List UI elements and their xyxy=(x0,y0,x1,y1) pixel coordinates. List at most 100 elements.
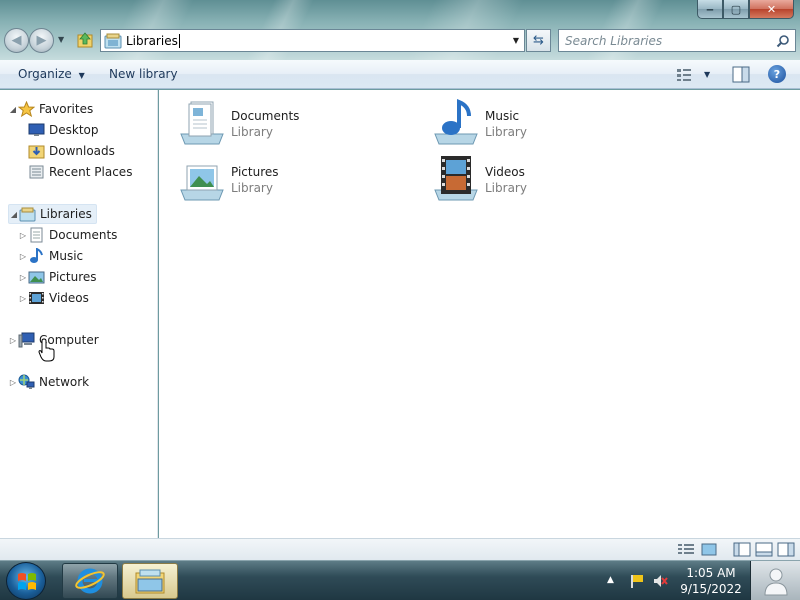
large-icons-view-icon[interactable] xyxy=(700,542,718,557)
tree-label: Libraries xyxy=(40,207,92,221)
recent-pages-dropdown-icon[interactable]: ▼ xyxy=(58,35,64,44)
address-text: Libraries xyxy=(126,33,180,48)
back-arrow-icon: ◀ xyxy=(11,33,22,48)
library-name: Music xyxy=(485,109,520,123)
tree-network[interactable]: ▷ Network xyxy=(8,372,89,392)
expanded-arrow-icon[interactable]: ◢ xyxy=(8,105,18,114)
details-view-icon[interactable] xyxy=(677,542,695,557)
recent-places-icon xyxy=(29,165,44,179)
change-view-button[interactable]: ▼ xyxy=(676,66,714,83)
tree-item-pictures[interactable]: ▷ Pictures xyxy=(18,267,97,287)
refresh-button[interactable]: ⇆ xyxy=(526,29,551,52)
search-input[interactable]: Search Libraries xyxy=(558,29,796,52)
organize-label: Organize xyxy=(18,67,72,81)
tree-item-downloads[interactable]: Downloads xyxy=(28,141,115,161)
documents-library-icon xyxy=(180,101,224,145)
system-clock[interactable]: 1:05 AM 9/15/2022 xyxy=(676,565,746,597)
action-center-flag-icon[interactable] xyxy=(629,573,645,589)
taskbar-windows-explorer-button[interactable] xyxy=(122,563,178,599)
network-icon xyxy=(18,374,35,389)
maximize-button[interactable]: ▢ xyxy=(723,0,749,19)
show-hidden-icons-button[interactable]: ▲ xyxy=(607,575,614,585)
tree-item-desktop[interactable]: Desktop xyxy=(28,120,99,140)
tree-label: Music xyxy=(49,249,84,263)
tree-label: Pictures xyxy=(49,270,97,284)
collapsed-arrow-icon[interactable]: ▷ xyxy=(18,252,28,261)
library-name: Videos xyxy=(485,165,525,179)
pictures-icon xyxy=(28,271,45,284)
search-placeholder: Search Libraries xyxy=(565,33,663,48)
tree-label: Recent Places xyxy=(49,165,133,179)
tree-label: Documents xyxy=(49,228,118,242)
navigation-pane-layout-icon[interactable] xyxy=(733,542,751,557)
address-dropdown-icon[interactable]: ▼ xyxy=(508,30,524,51)
taskbar-internet-explorer-button[interactable] xyxy=(62,563,118,599)
status-bar xyxy=(0,538,800,560)
tree-label: Downloads xyxy=(49,144,115,158)
details-pane-layout-icon[interactable] xyxy=(755,542,773,557)
address-bar[interactable]: Libraries ▼ xyxy=(100,29,525,52)
desktop-icon xyxy=(28,123,45,136)
clock-date: 9/15/2022 xyxy=(680,582,742,596)
videos-library-icon xyxy=(434,156,478,201)
library-tile-pictures[interactable]: Pictures Library xyxy=(177,154,407,204)
preview-pane-icon[interactable] xyxy=(732,66,750,83)
close-button[interactable]: ✕ xyxy=(749,0,794,19)
hand-cursor-icon xyxy=(38,338,55,362)
tree-favorites[interactable]: ◢ Favorites xyxy=(8,99,93,119)
chevron-down-icon: ▼ xyxy=(704,70,711,79)
minimize-button[interactable]: ‒ xyxy=(697,0,723,19)
videos-icon xyxy=(29,292,44,304)
expanded-arrow-icon[interactable]: ◢ xyxy=(9,210,19,219)
documents-icon xyxy=(30,227,43,243)
preview-pane-layout-icon[interactable] xyxy=(777,542,795,557)
windows-logo-icon xyxy=(18,573,36,590)
tree-item-music[interactable]: ▷ Music xyxy=(18,246,83,266)
view-options-icon xyxy=(677,68,691,81)
favorites-star-icon xyxy=(18,101,35,117)
library-tile-videos[interactable]: Videos Library xyxy=(431,154,661,204)
pictures-library-icon xyxy=(180,165,224,201)
organize-button[interactable]: Organize ▼ xyxy=(18,67,85,81)
volume-muted-icon[interactable] xyxy=(652,573,668,589)
clock-time: 1:05 AM xyxy=(686,566,736,580)
forward-button[interactable]: ▶ xyxy=(29,28,54,53)
start-button[interactable] xyxy=(6,562,46,600)
user-account-button[interactable] xyxy=(750,561,800,600)
user-avatar-icon xyxy=(763,568,788,595)
libraries-up-icon[interactable] xyxy=(76,31,94,49)
collapsed-arrow-icon[interactable]: ▷ xyxy=(8,336,18,345)
downloads-folder-icon xyxy=(28,145,45,159)
collapsed-arrow-icon[interactable]: ▷ xyxy=(18,231,28,240)
tree-item-documents[interactable]: ▷ Documents xyxy=(18,225,117,245)
back-button[interactable]: ◀ xyxy=(4,28,29,53)
library-name: Documents xyxy=(231,109,300,123)
tree-label: Favorites xyxy=(39,102,94,116)
windows-explorer-folder-icon xyxy=(135,569,165,594)
library-type: Library xyxy=(231,181,273,195)
music-library-icon xyxy=(434,99,478,145)
collapsed-arrow-icon[interactable]: ▷ xyxy=(8,378,18,387)
music-icon xyxy=(30,248,43,263)
library-tile-documents[interactable]: Documents Library xyxy=(177,98,407,148)
chevron-down-icon: ▼ xyxy=(78,71,85,80)
tree-item-recent-places[interactable]: Recent Places xyxy=(28,162,132,182)
command-bar: Organize ▼ New library ▼ ? xyxy=(0,60,800,89)
tree-item-videos[interactable]: ▷ Videos xyxy=(18,288,89,308)
library-name: Pictures xyxy=(231,165,279,179)
caption-buttons: ‒ ▢ ✕ xyxy=(697,0,794,20)
forward-arrow-icon: ▶ xyxy=(36,33,47,48)
navigation-pane: ◢ Favorites Desktop Downloads Recent Pla… xyxy=(0,90,158,538)
libraries-icon xyxy=(104,33,122,48)
help-icon[interactable]: ? xyxy=(768,65,786,83)
collapsed-arrow-icon[interactable]: ▷ xyxy=(18,273,28,282)
collapsed-arrow-icon[interactable]: ▷ xyxy=(18,294,28,303)
content-area: Documents Library Music Library Pictures… xyxy=(159,90,800,538)
search-icon[interactable] xyxy=(776,34,790,48)
library-tile-music[interactable]: Music Library xyxy=(431,98,661,148)
internet-explorer-icon xyxy=(75,568,105,594)
tree-label: Desktop xyxy=(49,123,99,137)
tree-libraries[interactable]: ◢ Libraries xyxy=(8,204,97,224)
library-type: Library xyxy=(485,125,527,139)
new-library-button[interactable]: New library xyxy=(109,67,178,81)
